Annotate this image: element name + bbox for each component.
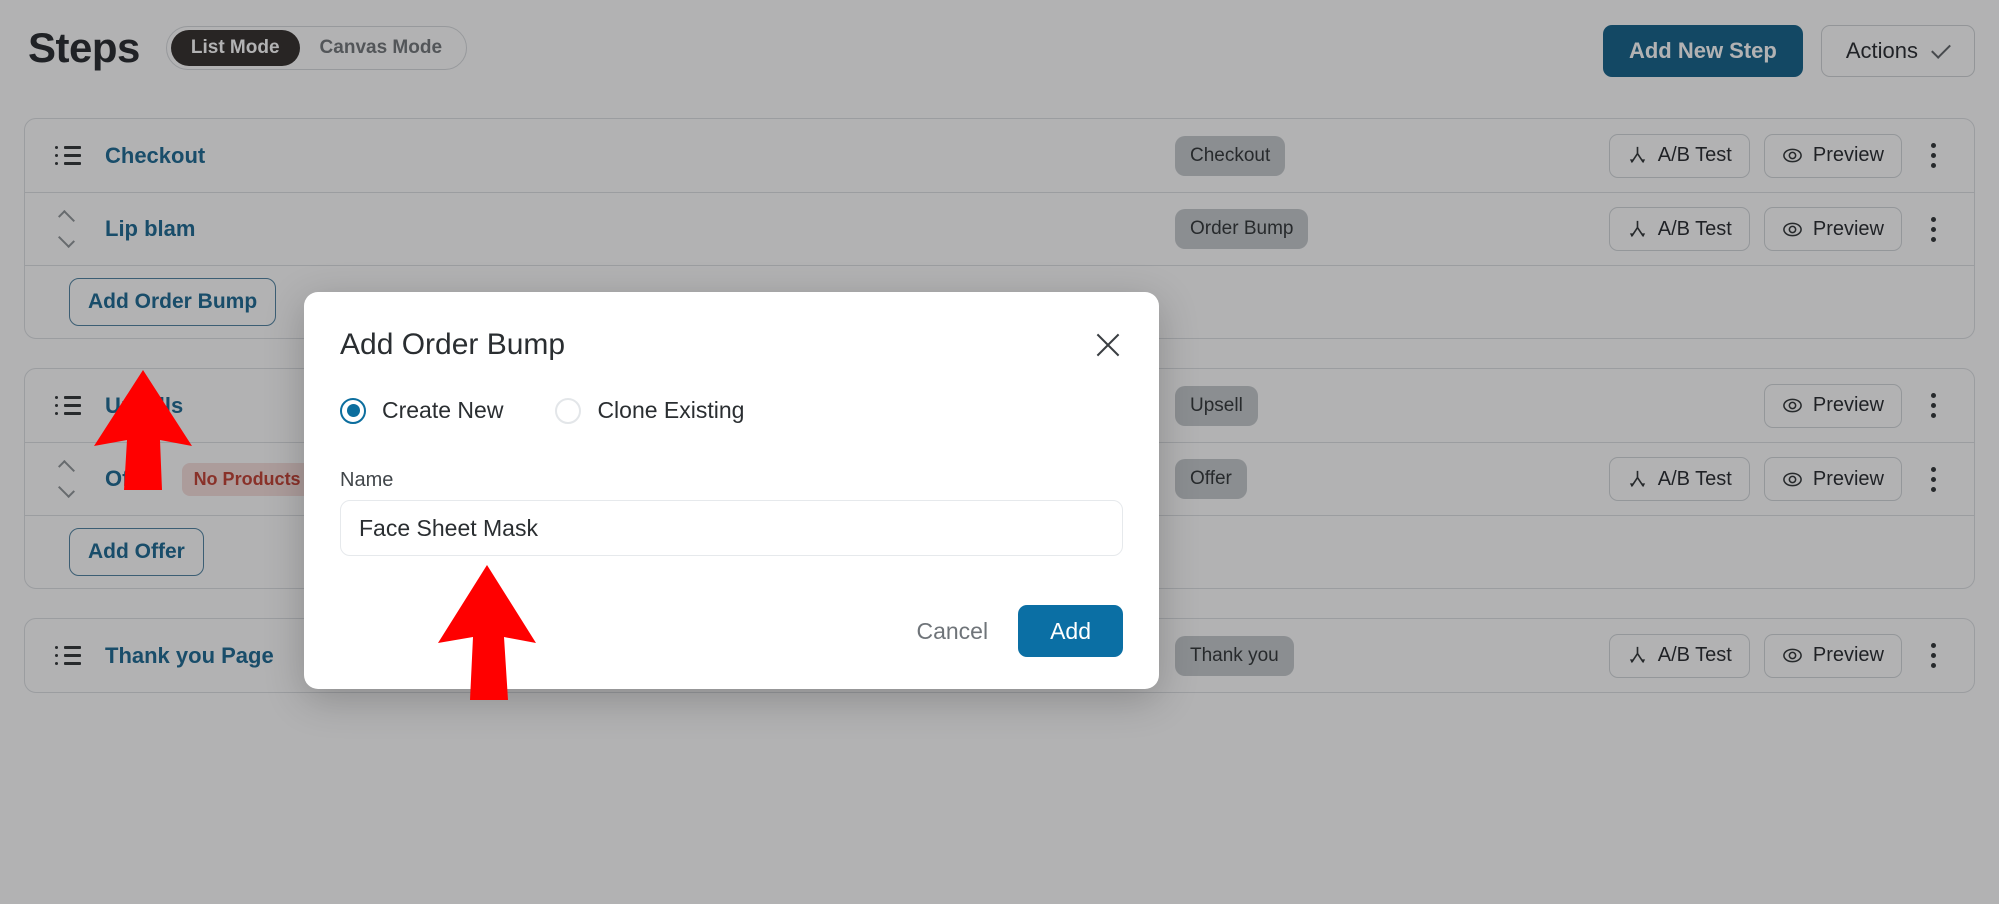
radio-create-new[interactable]: Create New [340, 397, 503, 424]
annotation-arrow-name-input [432, 565, 542, 700]
dialog-title: Add Order Bump [340, 328, 566, 361]
name-input[interactable] [340, 500, 1123, 556]
name-field-label: Name [340, 469, 394, 491]
cancel-button[interactable]: Cancel [912, 610, 992, 653]
radio-indicator[interactable] [555, 397, 582, 424]
radio-clone-existing[interactable]: Clone Existing [555, 397, 744, 424]
radio-clone-existing-label: Clone Existing [597, 397, 745, 423]
add-button[interactable]: Add [1018, 605, 1123, 657]
radio-create-new-label: Create New [382, 397, 504, 423]
source-radio-group: Create New Clone Existing [340, 397, 744, 424]
annotation-arrow-add-order-bump [88, 370, 198, 490]
radio-indicator-selected[interactable] [340, 397, 366, 424]
close-icon[interactable] [1091, 328, 1125, 362]
dialog-actions: Cancel Add [912, 605, 1123, 657]
